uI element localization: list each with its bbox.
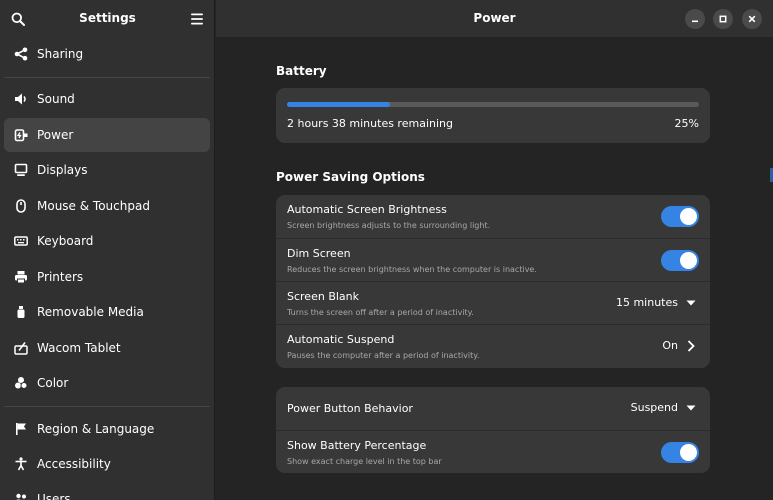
sidebar-item-label: Removable Media: [37, 305, 144, 319]
speaker-icon: [5, 82, 37, 116]
switch-knob: [680, 444, 697, 461]
sidebar-item-label: Color: [37, 376, 69, 390]
row-power-button-behavior[interactable]: Power Button Behavior Suspend: [276, 387, 710, 430]
main-panel: Power Battery 2 hours 38 minutes remaini…: [216, 0, 773, 500]
sidebar-item-accessibility[interactable]: Accessibility: [4, 447, 210, 481]
sidebar-item-label: Sound: [37, 92, 75, 106]
row-screen-blank[interactable]: Screen Blank Turns the screen off after …: [276, 281, 710, 324]
tablet-icon: [5, 331, 37, 365]
row-automatic-screen-brightness[interactable]: Automatic Screen Brightness Screen brigh…: [276, 195, 710, 238]
battery-section-title: Battery: [276, 64, 327, 78]
maximize-icon[interactable]: [713, 9, 733, 29]
sidebar-item-mouse-touchpad[interactable]: Mouse & Touchpad: [4, 189, 210, 223]
row-title: Automatic Screen Brightness: [287, 203, 447, 216]
automatic-screen-brightness-switch[interactable]: [661, 206, 699, 227]
battery-percent-text: 25%: [674, 117, 699, 130]
switch-knob: [680, 208, 697, 225]
monitor-icon: [5, 153, 37, 187]
sidebar-header: Settings: [0, 0, 214, 37]
sidebar: Settings Sharing Sound Power Displays Mo…: [0, 0, 215, 500]
row-subtitle: Turns the screen off after a period of i…: [287, 308, 474, 317]
row-subtitle: Screen brightness adjusts to the surroun…: [287, 221, 491, 230]
row-subtitle: Reduces the screen brightness when the c…: [287, 265, 537, 274]
row-show-battery-percentage[interactable]: Show Battery Percentage Show exact charg…: [276, 430, 710, 473]
power-saving-card: Automatic Screen Brightness Screen brigh…: [276, 195, 710, 368]
battery-level-bar: [287, 102, 699, 107]
row-title: Screen Blank: [287, 290, 359, 303]
sidebar-item-label: Power: [37, 128, 74, 142]
header-bar: Power: [216, 0, 773, 37]
sidebar-separator: [4, 406, 210, 407]
flag-icon: [5, 412, 37, 446]
close-icon[interactable]: [742, 9, 762, 29]
usb-icon: [5, 295, 37, 329]
show-battery-percentage-switch[interactable]: [661, 442, 699, 463]
minimize-icon[interactable]: [685, 9, 705, 29]
sidebar-item-label: Region & Language: [37, 422, 155, 436]
battery-card: 2 hours 38 minutes remaining 25%: [276, 88, 710, 143]
sidebar-item-label: Keyboard: [37, 234, 94, 248]
accessibility-icon: [5, 447, 37, 481]
sidebar-separator: [4, 77, 210, 78]
users-icon: [5, 482, 37, 500]
dim-screen-switch[interactable]: [661, 250, 699, 271]
color-palette-icon: [5, 366, 37, 400]
sidebar-item-keyboard[interactable]: Keyboard: [4, 224, 210, 258]
keyboard-icon: [5, 224, 37, 258]
row-dim-screen[interactable]: Dim Screen Reduces the screen brightness…: [276, 238, 710, 281]
row-subtitle: Show exact charge level in the top bar: [287, 457, 442, 466]
sidebar-item-region-language[interactable]: Region & Language: [4, 412, 210, 446]
chevron-right-icon[interactable]: [683, 338, 699, 354]
automatic-suspend-value: On: [662, 339, 678, 352]
sidebar-item-power[interactable]: Power: [4, 118, 210, 152]
sidebar-item-color[interactable]: Color: [4, 366, 210, 400]
hamburger-menu-icon[interactable]: [187, 9, 207, 29]
row-title: Power Button Behavior: [287, 402, 413, 415]
battery-level-fill: [287, 102, 390, 107]
general-card: Power Button Behavior Suspend Show Batte…: [276, 387, 710, 473]
row-title: Automatic Suspend: [287, 333, 395, 346]
sidebar-item-sound[interactable]: Sound: [4, 82, 210, 116]
sidebar-item-label: Sharing: [37, 47, 84, 61]
sidebar-item-label: Accessibility: [37, 457, 111, 471]
printer-icon: [5, 260, 37, 294]
mouse-icon: [5, 189, 37, 223]
sidebar-item-label: Displays: [37, 163, 88, 177]
power-button-behavior-value[interactable]: Suspend: [631, 401, 678, 414]
sidebar-item-label: Wacom Tablet: [37, 341, 121, 355]
sidebar-item-wacom-tablet[interactable]: Wacom Tablet: [4, 331, 210, 365]
sidebar-title: Settings: [79, 11, 136, 25]
dropdown-arrow-icon[interactable]: [683, 400, 699, 416]
screen-blank-value[interactable]: 15 minutes: [616, 296, 678, 309]
power-plug-icon: [5, 118, 37, 152]
sidebar-item-sharing[interactable]: Sharing: [4, 37, 210, 71]
sidebar-item-removable-media[interactable]: Removable Media: [4, 295, 210, 329]
sidebar-item-displays[interactable]: Displays: [4, 153, 210, 187]
sidebar-item-users[interactable]: Users: [4, 482, 210, 500]
sidebar-item-label: Mouse & Touchpad: [37, 199, 150, 213]
sidebar-item-label: Printers: [37, 270, 84, 284]
row-title: Show Battery Percentage: [287, 439, 427, 452]
share-icon: [5, 37, 37, 71]
sidebar-item-label: Users: [37, 492, 71, 500]
row-subtitle: Pauses the computer after a period of in…: [287, 351, 480, 360]
dropdown-arrow-icon[interactable]: [683, 295, 699, 311]
row-title: Dim Screen: [287, 247, 351, 260]
power-saving-section-title: Power Saving Options: [276, 170, 425, 184]
battery-remaining-text: 2 hours 38 minutes remaining: [287, 117, 453, 130]
sidebar-item-printers[interactable]: Printers: [4, 260, 210, 294]
switch-knob: [680, 252, 697, 269]
row-automatic-suspend[interactable]: Automatic Suspend Pauses the computer af…: [276, 324, 710, 367]
